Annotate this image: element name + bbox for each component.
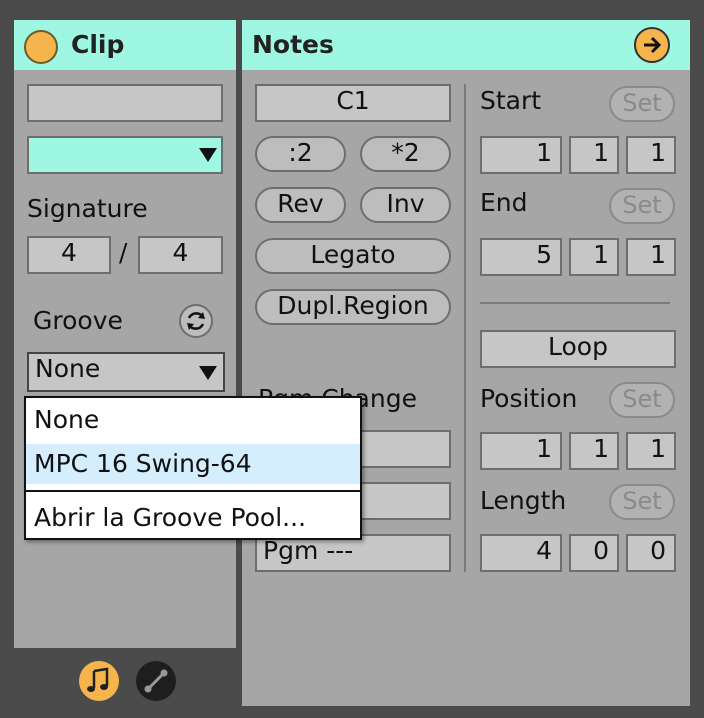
invert-button[interactable]: Inv [360, 187, 451, 223]
halve-length-button[interactable]: :2 [255, 136, 346, 172]
start-set-button[interactable]: Set [609, 86, 675, 122]
legato-button[interactable]: Legato [255, 238, 451, 274]
groove-label: Groove [33, 306, 123, 335]
length-set-button[interactable]: Set [609, 484, 675, 520]
position-sixteenth-field[interactable]: 1 [626, 432, 676, 470]
length-bar-field[interactable]: 4 [480, 534, 562, 572]
start-label: Start [480, 86, 542, 115]
length-label: Length [480, 486, 567, 515]
menu-separator [26, 490, 360, 492]
clip-name-field[interactable] [27, 84, 223, 122]
position-label: Position [480, 384, 578, 413]
start-beat-field[interactable]: 1 [569, 136, 619, 174]
clip-color-selector[interactable] [27, 136, 223, 174]
position-beat-field[interactable]: 1 [569, 432, 619, 470]
clip-header: Clip [14, 20, 236, 70]
reverse-button[interactable]: Rev [255, 187, 346, 223]
length-beat-field[interactable]: 0 [569, 534, 619, 572]
section-divider [480, 302, 670, 304]
groove-hot-swap-button[interactable] [179, 304, 213, 338]
clip-activator-button[interactable] [24, 30, 58, 64]
groove-selected-value: None [35, 354, 101, 383]
signature-denominator-field[interactable]: 4 [138, 236, 223, 274]
groove-dropdown-menu: None MPC 16 Swing-64 Abrir la Groove Poo… [24, 396, 362, 540]
signature-separator: / [119, 238, 128, 267]
groove-selector[interactable]: None [27, 352, 225, 392]
loop-toggle[interactable]: Loop [480, 330, 676, 368]
start-sixteenth-field[interactable]: 1 [626, 136, 676, 174]
refresh-icon [187, 312, 205, 330]
end-label: End [480, 188, 528, 217]
length-sixteenth-field[interactable]: 0 [626, 534, 676, 572]
chevron-down-icon [199, 366, 217, 380]
notes-title: Notes [252, 30, 334, 59]
groove-menu-item-open-pool[interactable]: Abrir la Groove Pool... [26, 498, 360, 538]
envelope-view-button[interactable] [136, 661, 176, 701]
collapse-button[interactable] [634, 27, 670, 63]
groove-menu-item-mpc-swing[interactable]: MPC 16 Swing-64 [26, 444, 360, 484]
end-sixteenth-field[interactable]: 1 [626, 238, 676, 276]
note-view-button[interactable] [79, 661, 119, 701]
double-length-button[interactable]: *2 [360, 136, 451, 172]
end-bar-field[interactable]: 5 [480, 238, 562, 276]
end-set-button[interactable]: Set [609, 188, 675, 224]
signature-label: Signature [27, 194, 148, 223]
pitch-field[interactable]: C1 [255, 84, 451, 122]
arrow-right-icon [644, 36, 662, 54]
chevron-down-icon [199, 148, 217, 162]
position-bar-field[interactable]: 1 [480, 432, 562, 470]
envelope-icon [144, 669, 168, 693]
position-set-button[interactable]: Set [609, 382, 675, 418]
column-divider [464, 84, 466, 572]
end-beat-field[interactable]: 1 [569, 238, 619, 276]
clip-title: Clip [71, 30, 125, 59]
start-bar-field[interactable]: 1 [480, 136, 562, 174]
notes-panel: Notes C1 :2 *2 Rev Inv Legato Dupl.Regio… [242, 20, 690, 706]
note-icon [87, 667, 109, 692]
clip-panel: Clip Signature 4 / 4 Groove None [14, 20, 236, 648]
duplicate-region-button[interactable]: Dupl.Region [255, 289, 451, 325]
signature-numerator-field[interactable]: 4 [27, 236, 111, 274]
notes-header: Notes [242, 20, 690, 70]
groove-menu-item-none[interactable]: None [26, 400, 360, 440]
